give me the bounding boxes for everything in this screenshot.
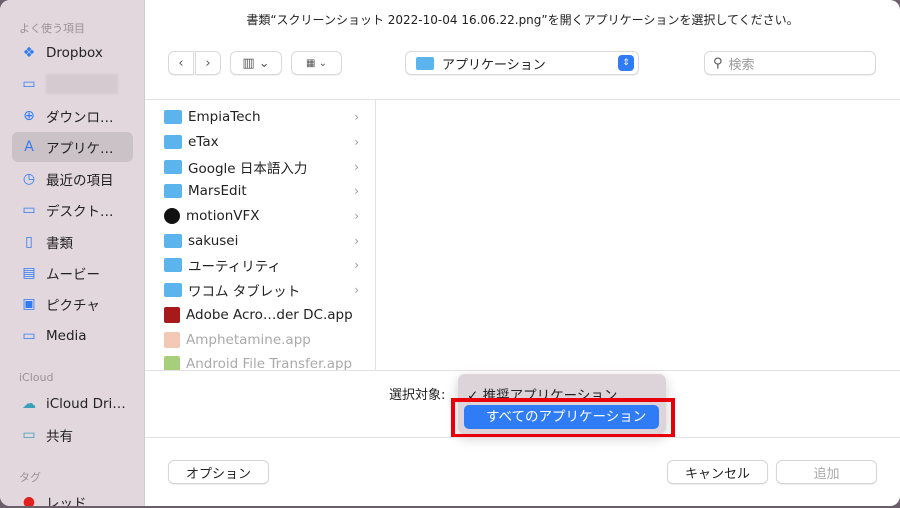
highlight-box (451, 398, 675, 438)
filter-label: 選択対象: (389, 388, 446, 403)
open-with-dialog: よく使う項目 ❖ Dropbox ▭ ⊕ ダウンロ… A アプリケ… ◷ 最近の項目 ▭… (0, 0, 900, 506)
sidebar-item-media[interactable]: ▭ Media (12, 321, 133, 351)
file-row[interactable]: ユーティリティ › (148, 253, 375, 278)
picture-icon: ▣ (22, 296, 36, 312)
dropbox-icon: ❖ (22, 45, 36, 61)
file-row[interactable]: ワコム タブレット › (148, 278, 375, 303)
file-row[interactable]: MarsEdit › (148, 179, 375, 204)
chevron-right-icon: › (354, 209, 359, 224)
file-row[interactable]: Adobe Acro…der DC.app (148, 303, 375, 328)
android-icon (164, 356, 180, 370)
icloud-header: iCloud (19, 371, 54, 384)
download-icon: ⊕ (23, 108, 35, 124)
sidebar-item-shared[interactable]: ▭ 共有 (12, 420, 133, 450)
file-row[interactable]: Android File Transfer.app (148, 352, 375, 370)
sidebar-item-recents[interactable]: ◷ 最近の項目 (12, 164, 133, 194)
shared-folder-icon: ▭ (22, 427, 36, 443)
updown-chevron-icon: ⇕ (618, 55, 634, 71)
tags-header: タグ (19, 471, 41, 484)
chevron-right-icon: › (354, 135, 359, 150)
sidebar-item-icloud-drive[interactable]: ☁ iCloud Dri… (12, 389, 133, 419)
sidebar-item-pictures[interactable]: ▣ ピクチャ (12, 289, 133, 319)
grid-icon: ▦ ⌄ (305, 57, 327, 69)
group-button[interactable]: ▦ ⌄ (291, 51, 342, 75)
chevron-left-icon: ‹ (178, 55, 184, 71)
applications-folder-icon (416, 56, 434, 70)
sidebar-item-downloads[interactable]: ⊕ ダウンロ… (12, 101, 133, 131)
sidebar-item-documents[interactable]: ▯ 書類 (12, 227, 133, 257)
search-input[interactable]: ⚲ 検索 (704, 51, 876, 75)
folder-icon (164, 135, 182, 150)
chevron-right-icon: › (205, 55, 211, 71)
cloud-icon: ☁ (22, 396, 36, 412)
adobe-acrobat-icon (164, 306, 180, 323)
folder-icon (164, 184, 182, 199)
utilities-folder-icon (164, 258, 182, 273)
chevron-right-icon: › (354, 233, 359, 248)
divider (145, 370, 900, 371)
chevron-right-icon: › (354, 159, 359, 174)
amphetamine-icon (164, 331, 180, 348)
folder-icon (164, 159, 182, 174)
sidebar-item-dropbox[interactable]: ❖ Dropbox (12, 38, 133, 68)
file-row[interactable]: Google 日本語入力 › (148, 154, 375, 179)
folder-icon: ▭ (22, 76, 36, 92)
divider (145, 437, 900, 438)
forward-button[interactable]: › (195, 51, 221, 75)
sidebar-tag-red[interactable]: ● レッド (12, 487, 133, 506)
search-icon: ⚲ (713, 55, 723, 71)
sidebar-item-desktop[interactable]: ▭ デスクト… (12, 195, 133, 225)
sidebar-item-movies[interactable]: ▤ ムービー (12, 258, 133, 288)
clock-icon: ◷ (22, 171, 36, 187)
document-icon: ▯ (25, 234, 33, 250)
film-icon: ▤ (22, 265, 36, 281)
file-row[interactable]: eTax › (148, 130, 375, 155)
file-row[interactable]: sakusei › (148, 228, 375, 253)
dialog-title: 書類“スクリーンショット 2022-10-04 16.06.22.png”を開く… (246, 13, 799, 27)
back-button[interactable]: ‹ (168, 51, 194, 75)
favorites-header: よく使う項目 (19, 22, 85, 35)
chevron-right-icon: › (354, 258, 359, 273)
chevron-right-icon: › (354, 283, 359, 298)
sidebar-item-blurred[interactable]: ▭ (12, 69, 133, 99)
chevron-right-icon: › (354, 110, 359, 125)
folder-icon (164, 283, 182, 298)
applications-icon: A (24, 139, 34, 155)
view-mode-button[interactable]: ▥ ⌄ (230, 51, 282, 75)
folder-icon (164, 233, 182, 248)
folder-icon: ▭ (22, 328, 36, 344)
location-popup[interactable]: アプリケーション ⇕ (405, 51, 639, 75)
cancel-button[interactable]: キャンセル (667, 460, 768, 484)
file-row[interactable]: EmpiaTech › (148, 105, 375, 130)
add-button[interactable]: 追加 (776, 460, 877, 484)
file-column: EmpiaTech › eTax › Google 日本語入力 › MarsEdit ›… (148, 100, 376, 370)
chevron-right-icon: › (354, 184, 359, 199)
folder-icon (164, 110, 182, 125)
columns-view-icon: ▥ ⌄ (242, 55, 270, 71)
file-row[interactable]: motionVFX › (148, 204, 375, 229)
file-row[interactable]: Amphetamine.app (148, 327, 375, 352)
sidebar-item-applications[interactable]: A アプリケ… (12, 132, 133, 162)
sidebar: よく使う項目 ❖ Dropbox ▭ ⊕ ダウンロ… A アプリケ… ◷ 最近の項目 ▭… (0, 0, 145, 506)
options-button[interactable]: オプション (168, 460, 269, 484)
desktop-icon: ▭ (22, 202, 36, 218)
red-tag-dot-icon: ● (22, 494, 36, 506)
motionvfx-icon (164, 208, 180, 225)
